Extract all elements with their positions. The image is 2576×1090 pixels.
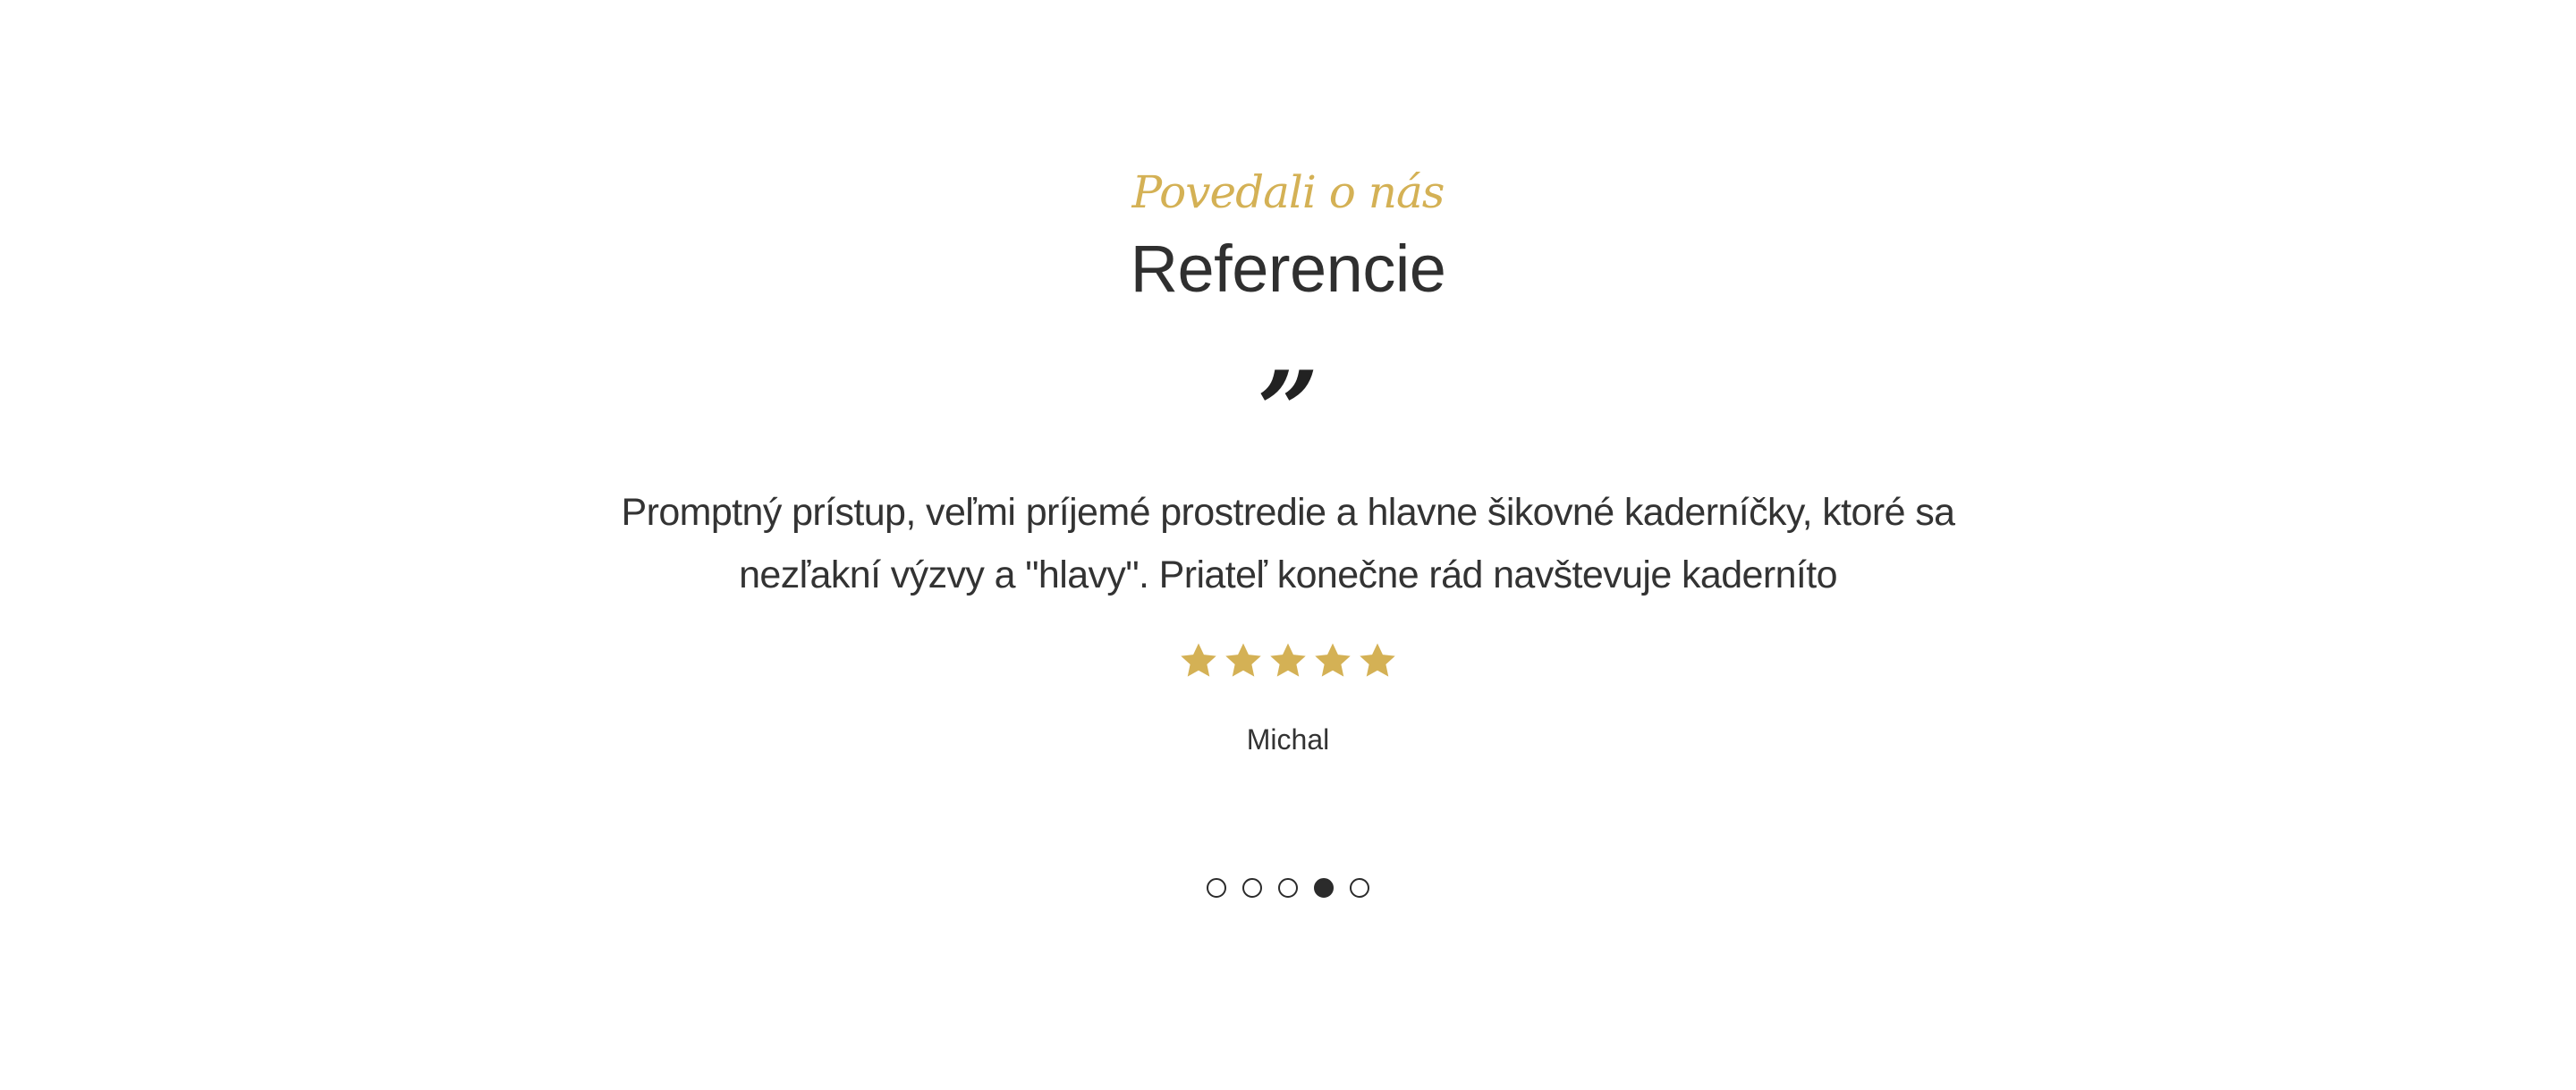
- star-icon: [1267, 640, 1309, 681]
- carousel-dot-2[interactable]: [1242, 878, 1262, 898]
- testimonial-text: Promptný prístup, veľmi príjemé prostred…: [621, 491, 1956, 596]
- carousel-dot-5[interactable]: [1350, 878, 1369, 898]
- quote-icon: ”: [1257, 348, 1319, 474]
- star-icon: [1312, 640, 1353, 681]
- carousel-dot-3[interactable]: [1278, 878, 1298, 898]
- section-title: Referencie: [1130, 232, 1446, 306]
- star-icon: [1357, 640, 1398, 681]
- testimonial-author: Michal: [1246, 723, 1330, 756]
- testimonials-section: Povedali o nás Referencie ” Promptný prí…: [0, 0, 2576, 1090]
- carousel-pagination: [0, 878, 2576, 905]
- star-icon: [1223, 640, 1264, 681]
- section-eyebrow: Povedali o nás: [1131, 166, 1445, 218]
- carousel-dot-1[interactable]: [1207, 878, 1226, 898]
- carousel-dot-4[interactable]: [1314, 878, 1334, 898]
- star-icon: [1178, 640, 1219, 681]
- rating-stars: [0, 640, 2576, 694]
